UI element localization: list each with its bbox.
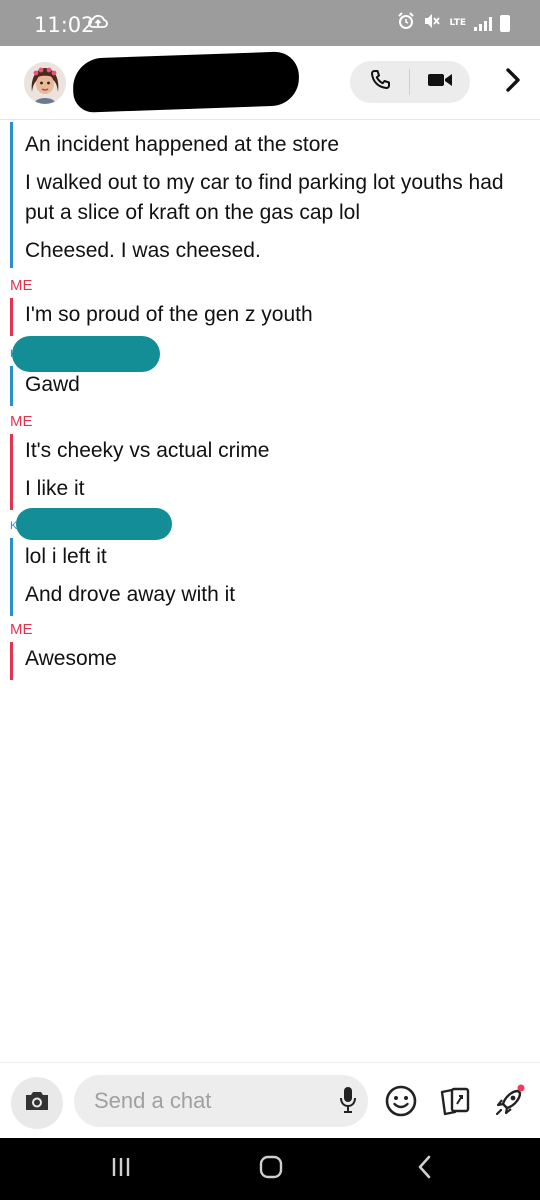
smiley-icon bbox=[384, 1085, 418, 1122]
contact-name bbox=[72, 51, 300, 113]
cloud-upload-icon bbox=[88, 14, 108, 35]
chat-input[interactable] bbox=[74, 1075, 368, 1127]
avatar[interactable] bbox=[24, 62, 66, 104]
rocket-icon bbox=[492, 1084, 528, 1123]
voice-note-button[interactable] bbox=[334, 1087, 362, 1117]
message-lines: An incident happened at the store I walk… bbox=[10, 126, 535, 270]
back-icon bbox=[415, 1154, 433, 1184]
network-type: LTE bbox=[449, 17, 466, 28]
voice-call-button[interactable] bbox=[350, 61, 409, 103]
chat-header bbox=[0, 46, 540, 120]
recent-apps-icon bbox=[109, 1156, 133, 1182]
battery-icon bbox=[500, 14, 510, 32]
sender-label: ME bbox=[10, 413, 33, 430]
video-call-button[interactable] bbox=[410, 61, 469, 103]
recent-apps-button[interactable] bbox=[91, 1150, 151, 1188]
mute-icon bbox=[423, 12, 441, 34]
signal-icon bbox=[474, 15, 492, 31]
sticker-icon bbox=[438, 1087, 472, 1122]
sender-label: ME bbox=[10, 621, 33, 638]
message-group: An incident happened at the store I walk… bbox=[10, 122, 540, 268]
home-button[interactable] bbox=[241, 1150, 301, 1188]
alarm-icon bbox=[397, 12, 415, 34]
status-icons: LTE bbox=[397, 12, 510, 34]
message-text[interactable]: I walked out to my car to find parking l… bbox=[10, 164, 535, 232]
message-group: ME I'm so proud of the gen z youth bbox=[10, 276, 540, 340]
message-text[interactable]: And drove away with it bbox=[10, 576, 245, 614]
chevron-right-icon bbox=[504, 67, 522, 97]
header-divider bbox=[0, 119, 540, 120]
home-icon bbox=[258, 1154, 284, 1184]
chat-thread: An incident happened at the store I walk… bbox=[0, 122, 540, 684]
message-text[interactable]: I'm so proud of the gen z youth bbox=[10, 296, 323, 334]
call-controls bbox=[350, 61, 470, 103]
phone-icon bbox=[368, 68, 392, 96]
cards-button[interactable] bbox=[438, 1084, 472, 1118]
message-text[interactable]: I like it bbox=[10, 470, 279, 508]
emoji-button[interactable] bbox=[384, 1084, 418, 1118]
message-group: K lol i left it And drove away with it bbox=[10, 508, 540, 616]
message-group: ME Awesome bbox=[10, 620, 540, 684]
system-nav-bar bbox=[0, 1138, 540, 1200]
message-group: ME It's cheeky vs actual crime I like it bbox=[10, 412, 540, 512]
back-button[interactable] bbox=[394, 1150, 454, 1188]
message-text[interactable]: It's cheeky vs actual crime bbox=[10, 432, 279, 470]
message-text[interactable]: Gawd bbox=[10, 366, 90, 404]
message-text[interactable]: Cheesed. I was cheesed. bbox=[10, 232, 535, 270]
message-text[interactable]: An incident happened at the store bbox=[10, 126, 535, 164]
message-text[interactable]: lol i left it bbox=[10, 538, 245, 576]
camera-icon bbox=[23, 1089, 51, 1117]
redaction-mark bbox=[16, 508, 172, 540]
video-camera-icon bbox=[427, 70, 453, 94]
camera-button[interactable] bbox=[11, 1077, 63, 1129]
message-text[interactable]: Awesome bbox=[10, 640, 127, 678]
status-time: 11:02 bbox=[34, 13, 95, 37]
status-bar: 11:02 LTE bbox=[0, 0, 540, 46]
games-button[interactable] bbox=[492, 1083, 528, 1119]
open-profile-button[interactable] bbox=[498, 64, 528, 100]
microphone-icon bbox=[339, 1086, 357, 1118]
sender-label: ME bbox=[10, 277, 33, 294]
chat-composer bbox=[0, 1062, 540, 1139]
message-group: K Gawd bbox=[10, 336, 540, 408]
